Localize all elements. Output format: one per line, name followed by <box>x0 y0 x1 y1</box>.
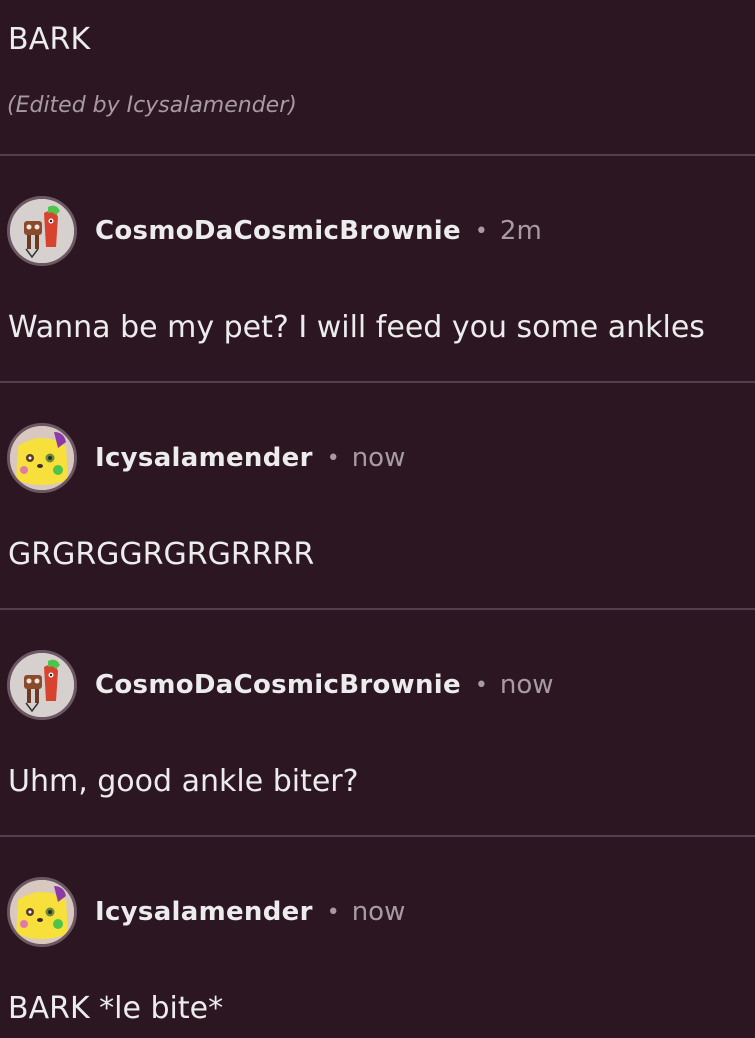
yellow-creature-avatar-icon[interactable] <box>7 423 77 493</box>
separator-dot: • <box>474 672 488 698</box>
username-link[interactable]: Icysalamender <box>95 443 313 473</box>
brownie-characters-avatar-icon[interactable] <box>7 196 77 266</box>
timestamp: now <box>351 443 406 473</box>
separator-dot: • <box>326 445 340 471</box>
timestamp: now <box>351 897 406 927</box>
separator-dot: • <box>326 899 340 925</box>
username-link[interactable]: CosmoDaCosmicBrownie <box>95 670 461 700</box>
comment-meta: Icysalamender • now <box>95 896 405 928</box>
comment-meta: CosmoDaCosmicBrownie • 2m <box>95 215 542 247</box>
username-link[interactable]: CosmoDaCosmicBrownie <box>95 216 461 246</box>
edited-note: (Edited by Icysalamender) <box>7 93 297 118</box>
comment-item: CosmoDaCosmicBrownie • now Uhm, good ank… <box>0 610 755 837</box>
comment-text: BARK *le bite* <box>8 991 224 1026</box>
comment-meta: Icysalamender • now <box>95 442 405 474</box>
yellow-creature-avatar-icon[interactable] <box>7 877 77 947</box>
comment-meta: CosmoDaCosmicBrownie • now <box>95 669 554 701</box>
timestamp: now <box>499 670 554 700</box>
comment-item: Icysalamender • now BARK *le bite* <box>0 837 755 1038</box>
comment-text: GRGRGGRGRGRRRR <box>8 537 315 572</box>
comment-item: CosmoDaCosmicBrownie • 2m Wanna be my pe… <box>0 156 755 383</box>
username-link[interactable]: Icysalamender <box>95 897 313 927</box>
separator-dot: • <box>474 218 488 244</box>
brownie-characters-avatar-icon[interactable] <box>7 650 77 720</box>
comment-text: Uhm, good ankle biter? <box>8 764 359 799</box>
comment-text: Wanna be my pet? I will feed you some an… <box>8 310 705 345</box>
timestamp: 2m <box>499 216 542 246</box>
previous-comment: BARK (Edited by Icysalamender) <box>0 0 755 155</box>
comment-item: Icysalamender • now GRGRGGRGRGRRRR <box>0 383 755 610</box>
previous-comment-text: BARK <box>8 22 91 57</box>
